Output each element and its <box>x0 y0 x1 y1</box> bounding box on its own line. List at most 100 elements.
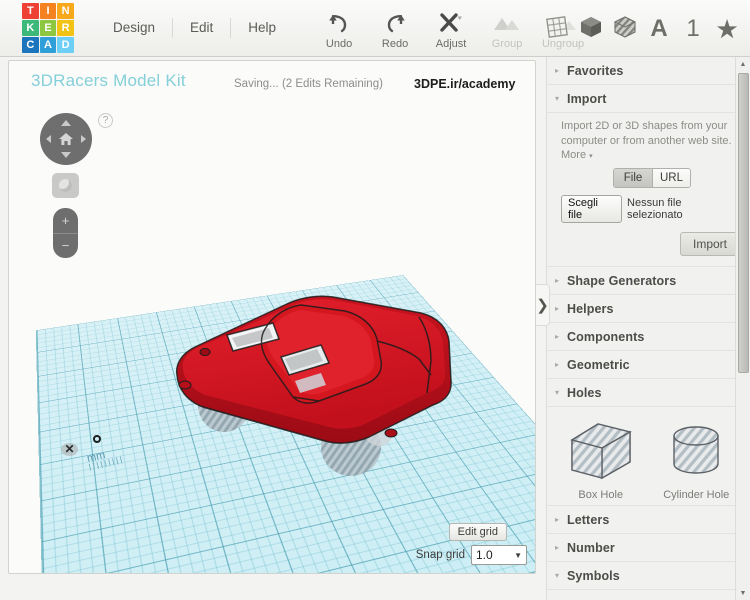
shape-item-box-hole[interactable]: Box Hole <box>558 417 644 501</box>
adjust-label: Adjust <box>436 38 467 50</box>
redo-button[interactable]: Redo <box>367 6 423 50</box>
chevron-right-icon: ▸ <box>555 67 567 75</box>
panel-scrollbar[interactable]: ▲ ▼ <box>735 57 750 600</box>
zoom-out-button[interactable]: − <box>53 234 78 259</box>
holes-section-body: Box Hole <box>547 407 750 506</box>
view-up-arrow-icon[interactable] <box>61 120 71 126</box>
tinkercad-window: T I N K E R C A D Design Edit Help <box>0 0 750 600</box>
view-navigation-widget[interactable]: ? + − <box>40 113 92 165</box>
panel-section-shape-generators[interactable]: ▸ Shape Generators <box>547 267 750 295</box>
import-tab-file[interactable]: File <box>614 169 652 187</box>
panel-section-holes[interactable]: ▾ Holes <box>547 379 750 407</box>
zoom-controls[interactable]: + − <box>53 208 78 258</box>
section-title-holes: Holes <box>567 386 602 400</box>
import-section-body: Import 2D or 3D shapes from your compute… <box>547 113 750 267</box>
zoom-in-button[interactable]: + <box>53 208 78 233</box>
group-button[interactable]: Group <box>479 6 535 50</box>
edit-grid-button[interactable]: Edit grid <box>449 523 507 541</box>
import-button-row: Import <box>561 223 740 256</box>
no-file-selected-label: Nessun file selezionato <box>627 197 740 221</box>
view-down-arrow-icon[interactable] <box>61 152 71 158</box>
section-title-shape-generators: Shape Generators <box>567 274 676 288</box>
menu-item-edit[interactable]: Edit <box>173 18 231 38</box>
scroll-up-arrow-icon[interactable]: ▲ <box>736 57 750 71</box>
page-title[interactable]: 3DRacers Model Kit <box>31 71 186 91</box>
panel-section-geometric[interactable]: ▸ Geometric <box>547 351 750 379</box>
home-view-icon[interactable] <box>58 131 74 147</box>
grid-controls: Edit grid Snap grid 1.0 ▼ <box>392 545 527 565</box>
panel-section-components[interactable]: ▸ Components <box>547 323 750 351</box>
view-right-arrow-icon[interactable] <box>81 135 86 143</box>
shape-library-panel: ▸ Favorites ▾ Import Import 2D or 3D sha… <box>546 57 750 600</box>
chevron-down-icon: ▾ <box>555 572 567 580</box>
group-label: Group <box>492 38 523 50</box>
file-input-row[interactable]: Scegli file Nessun file selezionato <box>561 195 740 223</box>
panel-section-number[interactable]: ▸ Number <box>547 534 750 562</box>
panel-section-favorites[interactable]: ▸ Favorites <box>547 57 750 85</box>
section-title-geometric: Geometric <box>567 358 630 372</box>
panel-section-helpers[interactable]: ▸ Helpers <box>547 295 750 323</box>
holes-shape-grid: Box Hole <box>553 417 744 501</box>
hole-cube-tool-button[interactable] <box>610 12 640 46</box>
brand-watermark: 3DPE.ir/academy <box>414 77 515 91</box>
top-toolbar: T I N K E R C A D Design Edit Help <box>0 0 750 57</box>
workplane-tool-button[interactable] <box>542 12 572 46</box>
panel-section-symbols[interactable]: ▾ Symbols <box>547 562 750 590</box>
scrollbar-thumb[interactable] <box>738 73 749 373</box>
panel-section-import[interactable]: ▾ Import <box>547 85 750 113</box>
choose-file-button[interactable]: Scegli file <box>561 195 622 223</box>
car-model-3d[interactable] <box>169 289 469 489</box>
hole-cube-icon <box>612 14 638 45</box>
number-one-icon: 1 <box>686 17 699 41</box>
cylinder-hole-icon <box>653 417 739 485</box>
solid-cube-tool-button[interactable] <box>576 12 606 46</box>
logo-tile-e: E <box>40 20 57 36</box>
section-title-import: Import <box>567 92 607 106</box>
origin-x-icon: ✕ <box>61 443 78 456</box>
workplane-grid-icon <box>544 14 570 45</box>
import-more-link[interactable]: More ▾ <box>561 149 740 161</box>
fit-view-button[interactable] <box>52 173 79 198</box>
import-source-toggle[interactable]: File URL <box>613 168 691 188</box>
save-status: Saving... (2 Edits Remaining) <box>234 78 383 90</box>
panel-section-letters[interactable]: ▸ Letters <box>547 506 750 534</box>
view-left-arrow-icon[interactable] <box>46 135 51 143</box>
panel-collapse-handle[interactable]: ❯ <box>536 284 550 326</box>
chevron-right-icon: ▸ <box>555 516 567 524</box>
favorites-tool-button[interactable]: ★ <box>712 12 742 46</box>
menu-item-design[interactable]: Design <box>96 18 173 38</box>
section-title-letters: Letters <box>567 513 609 527</box>
adjust-button[interactable]: Adjust <box>423 6 479 50</box>
import-more-label: More <box>561 149 586 161</box>
redo-arrow-icon <box>384 10 406 36</box>
symbols-section-body <box>547 590 750 600</box>
logo-tile-d: D <box>57 37 74 53</box>
undo-button[interactable]: Undo <box>311 6 367 50</box>
design-canvas[interactable]: ✕ mm 3DRacers Model Kit Saving... (2 Edi… <box>8 60 536 574</box>
chevron-down-icon: ▼ <box>514 551 522 560</box>
shape-item-cylinder-hole[interactable]: Cylinder Hole <box>653 417 739 501</box>
origin-point-icon <box>93 435 101 443</box>
chevron-right-icon: ▸ <box>555 277 567 285</box>
menu-item-help[interactable]: Help <box>231 18 293 38</box>
tinkercad-logo[interactable]: T I N K E R C A D <box>22 3 74 53</box>
section-title-components: Components <box>567 330 644 344</box>
chevron-right-icon: ▸ <box>555 305 567 313</box>
import-tab-url[interactable]: URL <box>652 169 690 187</box>
solid-cube-icon <box>578 14 604 45</box>
undo-label: Undo <box>326 38 352 50</box>
letter-a-icon: A <box>650 17 667 41</box>
letters-tool-button[interactable]: A <box>644 12 674 46</box>
numbers-tool-button[interactable]: 1 <box>678 12 708 46</box>
import-button[interactable]: Import <box>680 232 740 256</box>
redo-label: Redo <box>382 38 408 50</box>
view-orbit-disc[interactable] <box>40 113 92 165</box>
help-button[interactable]: ? <box>98 113 113 128</box>
scroll-down-arrow-icon[interactable]: ▼ <box>736 586 750 600</box>
logo-tile-r: R <box>57 20 74 36</box>
shape-label-cylinder-hole: Cylinder Hole <box>653 489 739 501</box>
adjust-tools-icon <box>438 10 464 36</box>
logo-tile-t: T <box>22 3 39 19</box>
star-icon: ★ <box>717 18 738 41</box>
snap-grid-select[interactable]: 1.0 ▼ <box>471 545 527 565</box>
